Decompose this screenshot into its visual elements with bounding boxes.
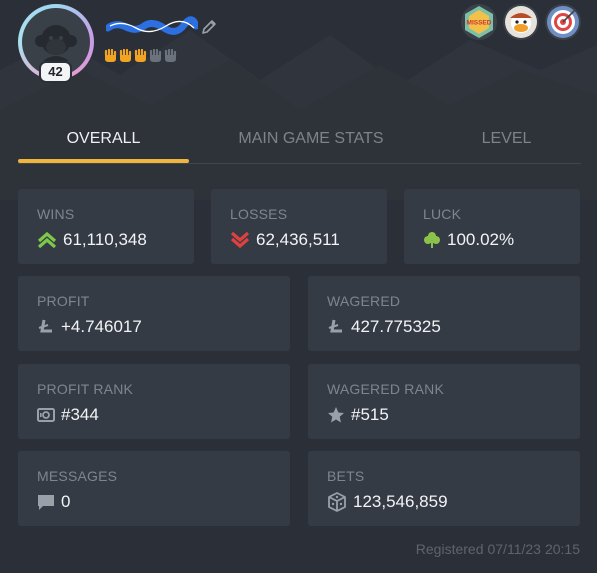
dice-icon [328, 492, 346, 512]
username-redacted [106, 16, 198, 35]
wagered-rank-card: WAGERED RANK #515 [308, 364, 580, 439]
wagered-rank-value-row: #515 [327, 405, 389, 425]
profit-rank-card: PROFIT RANK #344 [18, 364, 290, 439]
wagered-label: WAGERED [327, 293, 401, 309]
missed-badge-label: MISSED [467, 20, 492, 27]
wins-value: 61,110,348 [63, 230, 147, 249]
chevrons-up-icon [37, 232, 57, 248]
messages-value: 0 [61, 492, 71, 511]
level-badge: 42 [41, 63, 70, 81]
messages-value-row: 0 [37, 492, 70, 512]
profit-card: PROFIT +4.746017 [18, 276, 290, 351]
losses-value-row: 62,436,511 [230, 230, 340, 250]
wagered-rank-label: WAGERED RANK [327, 381, 445, 397]
hand-icon [104, 48, 117, 63]
missed-badge-icon[interactable]: MISSED [461, 4, 497, 40]
wins-value-row: 61,110,348 [37, 230, 147, 250]
registered-date: Registered 07/11/23 20:15 [412, 541, 580, 557]
achievement-badges: MISSED [461, 4, 581, 40]
wagered-rank-value: #515 [351, 405, 389, 424]
hand-rating [104, 48, 177, 63]
hand-icon [119, 48, 132, 63]
litecoin-icon [38, 319, 52, 333]
wins-label: WINS [37, 206, 75, 222]
hand-icon [134, 48, 147, 63]
tab-overall[interactable]: OVERALL [18, 120, 189, 162]
wagered-value-row: 427.775325 [327, 317, 441, 337]
profit-rank-value: #344 [61, 405, 99, 424]
losses-card: LOSSES 62,436,511 [211, 189, 387, 264]
profit-rank-label: PROFIT RANK [37, 381, 134, 397]
wins-card: WINS 61,110,348 [18, 189, 194, 264]
duck-badge-icon[interactable] [503, 4, 539, 40]
registered-time-value: 20:15 [544, 541, 580, 557]
messages-card: MESSAGES 0 [18, 451, 290, 526]
safe-icon [37, 408, 55, 422]
hand-icon [164, 48, 177, 63]
profit-rank-value-row: #344 [37, 405, 99, 425]
hand-icon [149, 48, 162, 63]
chat-bubble-icon [38, 495, 54, 510]
tab-main-game-stats[interactable]: MAIN GAME STATS [211, 120, 411, 162]
luck-label: LUCK [423, 206, 462, 222]
wagered-value: 427.775325 [351, 317, 441, 336]
messages-label: MESSAGES [37, 468, 118, 484]
star-icon [328, 407, 344, 423]
registered-label: Registered [415, 541, 484, 557]
bets-card: BETS 123,546,859 [308, 451, 580, 526]
target-badge-icon[interactable] [545, 4, 581, 40]
profit-label: PROFIT [37, 293, 90, 309]
wagered-card: WAGERED 427.775325 [308, 276, 580, 351]
pencil-icon[interactable] [200, 18, 218, 36]
luck-value: 100.02% [447, 230, 515, 249]
losses-value: 62,436,511 [256, 230, 340, 249]
litecoin-icon [328, 319, 342, 333]
active-tab-indicator [18, 159, 189, 163]
bets-value: 123,546,859 [353, 492, 448, 511]
registered-date-value: 07/11/23 [487, 541, 541, 557]
bets-label: BETS [327, 468, 365, 484]
profit-value-row: +4.746017 [37, 317, 142, 337]
luck-card: LUCK 100.02% [404, 189, 580, 264]
stats-tabs: OVERALL MAIN GAME STATS LEVEL [18, 120, 581, 164]
profit-value: +4.746017 [61, 317, 142, 336]
clover-icon [424, 232, 440, 248]
luck-value-row: 100.02% [423, 230, 514, 250]
tab-level[interactable]: LEVEL [458, 120, 555, 162]
bets-value-row: 123,546,859 [327, 492, 448, 512]
chevrons-down-icon [230, 232, 250, 248]
losses-label: LOSSES [230, 206, 288, 222]
